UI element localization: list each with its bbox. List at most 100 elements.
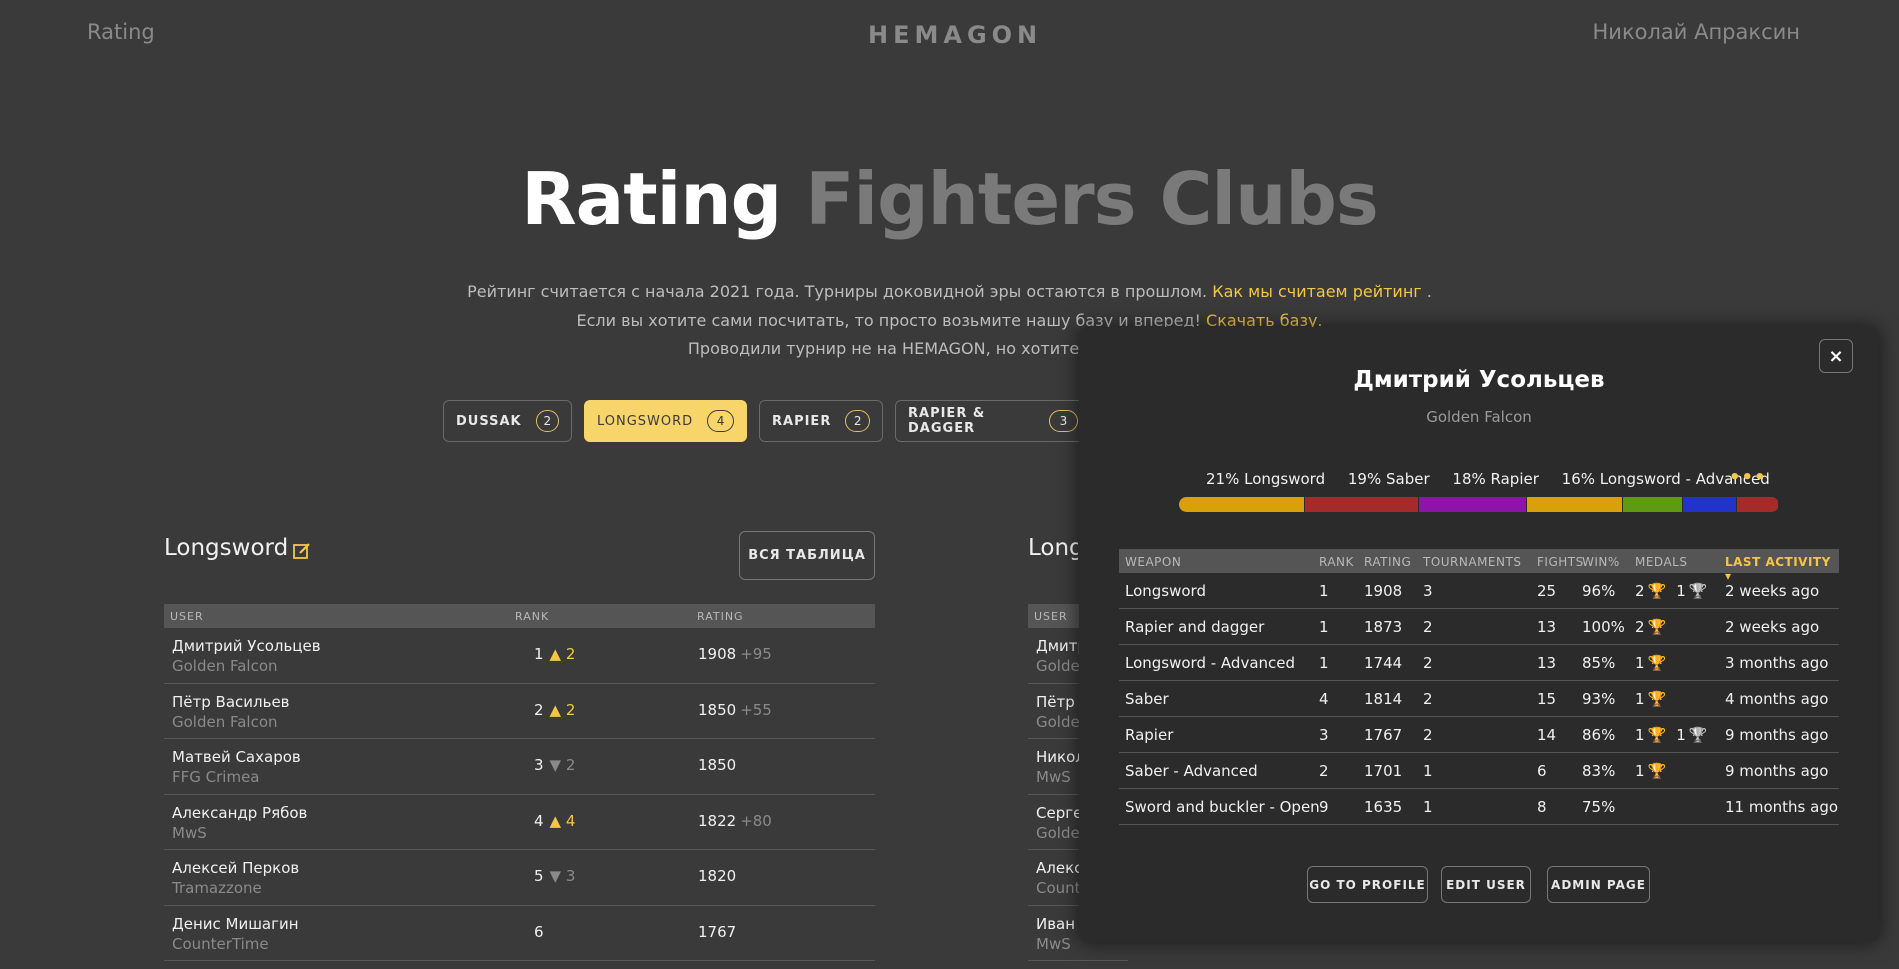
weapon-rating: 1701 <box>1364 762 1403 780</box>
rating-value: 1908 <box>698 645 737 663</box>
col-tournaments[interactable]: TOURNAMENTS <box>1423 555 1521 569</box>
user-name[interactable]: Дмитрий Усольцев <box>172 637 321 655</box>
weapon-last-activity: 2 weeks ago <box>1725 618 1820 636</box>
rank-down-icon: ▼ 3 <box>550 867 576 885</box>
weapon-row[interactable]: Longsword - Advanced 1 1744 2 13 85% 1 🏆 3 month… <box>1119 645 1839 681</box>
club-name[interactable]: Golden Falcon <box>172 713 278 731</box>
user-name[interactable]: Никол <box>1036 748 1085 766</box>
weapon-name: Saber <box>1125 690 1169 708</box>
rank-cell: 5 ▼ 3 <box>534 867 575 885</box>
table-row[interactable]: Денис Мишагин CounterTime 6 1767 <box>164 906 875 961</box>
weapon-table-header: WEAPON RANK RATING TOURNAMENTS FIGHTS WI… <box>1119 549 1839 583</box>
table-row[interactable]: Дмитрий Усольцев Golden Falcon 1 ▲ 2 1908 +95 <box>164 628 875 684</box>
weapon-row[interactable]: Sword and buckler - Open 9 1635 1 8 75% 11 mon… <box>1119 789 1839 825</box>
title-gray: Fighters Clubs <box>805 157 1379 241</box>
club-name[interactable]: Golden Falcon <box>172 657 278 675</box>
rank-arrow: ▲ <box>549 811 562 830</box>
admin-page-button[interactable]: ADMIN PAGE <box>1547 866 1650 903</box>
rank-up-icon: ▲ 4 <box>550 812 576 830</box>
weapon-win: 83% <box>1582 762 1616 780</box>
weapon-fights: 13 <box>1537 618 1557 636</box>
weapon-last-activity: 4 months ago <box>1725 690 1829 708</box>
weapon-row[interactable]: Saber 4 1814 2 15 93% 1 🏆 4 months ago <box>1119 681 1839 717</box>
medals-cell: 1 🏆 <box>1635 690 1676 708</box>
col-rank[interactable]: RANK <box>1319 555 1354 569</box>
tab-label: DUSSAK <box>456 413 522 429</box>
weapon-last-activity: 9 months ago <box>1725 726 1829 744</box>
edit-icon[interactable] <box>293 542 311 560</box>
silver-trophy-icon: 🏆 <box>1688 726 1708 744</box>
col-rating[interactable]: RATING <box>697 610 744 623</box>
tab-count: 2 <box>535 410 559 432</box>
weapon-tournaments: 2 <box>1423 726 1433 744</box>
dist-label: 19% Saber <box>1347 470 1430 488</box>
weapon-row[interactable]: Saber - Advanced 2 1701 1 6 83% 1 🏆 9 months ago <box>1119 753 1839 789</box>
rating-cell: 1767 <box>698 923 736 941</box>
tab-longsword[interactable]: LONGSWORD 4 <box>584 400 747 442</box>
weapon-fights: 6 <box>1537 762 1547 780</box>
weapon-tournaments: 1 <box>1423 762 1433 780</box>
fighter-club: Golden Falcon <box>1426 408 1532 426</box>
club-name[interactable]: FFG Crimea <box>172 768 260 786</box>
all-table-button[interactable]: ВСЯ ТАБЛИЦА <box>739 531 875 580</box>
rank-change: 2 <box>565 645 576 663</box>
rank-cell: 6 <box>534 923 544 941</box>
table-row[interactable]: Алексей Перков Tramazzone 5 ▼ 3 1820 <box>164 850 875 906</box>
club-name[interactable]: MwS <box>1036 935 1071 953</box>
distribution-segment <box>1683 497 1737 512</box>
brand-logo[interactable]: HEMAGON <box>868 21 1042 49</box>
col-weapon[interactable]: WEAPON <box>1125 555 1181 569</box>
gold-count: 2 <box>1635 618 1645 636</box>
col-fights[interactable]: FIGHTS <box>1537 555 1584 569</box>
col-rank[interactable]: RANK <box>515 610 549 623</box>
user-name[interactable]: Матвей Сахаров <box>172 748 301 766</box>
weapon-last-activity: 3 months ago <box>1725 654 1829 672</box>
edit-user-button[interactable]: EDIT USER <box>1441 866 1531 903</box>
weapon-row[interactable]: Longsword 1 1908 3 25 96% 2 🏆 1 🏆 2 weeks ago <box>1119 573 1839 609</box>
table-row[interactable]: Александр Рябов MwS 4 ▲ 4 1822 +80 <box>164 795 875 850</box>
user-name[interactable]: Алексей Перков <box>172 859 299 877</box>
user-name[interactable]: Пётр Васильев <box>172 693 290 711</box>
user-name[interactable]: Александр Рябов <box>172 804 307 822</box>
col-rating[interactable]: RATING <box>1364 555 1411 569</box>
weapon-name: Rapier <box>1125 726 1174 744</box>
club-name[interactable]: MwS <box>1036 768 1071 786</box>
user-name[interactable]: Иван I <box>1036 915 1084 933</box>
weapon-row[interactable]: Rapier 3 1767 2 14 86% 1 🏆 1 🏆 9 months ago <box>1119 717 1839 753</box>
user-name[interactable]: Денис Мишагин <box>172 915 299 933</box>
distribution-segment <box>1179 497 1305 512</box>
rank-up-icon: ▲ 2 <box>550 701 576 719</box>
fighter-name: Дмитрий Усольцев <box>1353 367 1605 393</box>
tab-rapier-dagger[interactable]: RAPIER & DAGGER 3 <box>895 400 1091 442</box>
club-name[interactable]: Tramazzone <box>172 879 262 897</box>
section-title-longsword: Longsword <box>164 535 289 561</box>
how-rating-link[interactable]: Как мы считаем рейтинг <box>1212 282 1421 301</box>
rank-change: 4 <box>565 811 576 830</box>
rating-value: 1822 <box>698 811 737 830</box>
nav-user-link[interactable]: Николай Апраксин <box>1593 20 1801 44</box>
col-user[interactable]: USER <box>1034 610 1068 623</box>
table-row[interactable]: Пётр Васильев Golden Falcon 2 ▲ 2 1850 +55 <box>164 684 875 739</box>
top-navbar: Rating HEMAGON Николай Апраксин <box>0 0 1899 70</box>
col-medals[interactable]: MEDALS <box>1635 555 1687 569</box>
gold-count: 1 <box>1635 654 1645 672</box>
club-name[interactable]: MwS <box>172 824 207 842</box>
club-name[interactable]: Count <box>1036 879 1081 897</box>
go-to-profile-button[interactable]: GO TO PROFILE <box>1307 866 1428 903</box>
tab-dussak[interactable]: DUSSAK 2 <box>443 400 572 442</box>
gold-trophy-icon: 🏆 <box>1647 690 1667 708</box>
title-white: Rating <box>521 157 782 241</box>
more-icon[interactable]: ••• <box>1729 467 1767 488</box>
rank-down-icon: ▼ 2 <box>550 756 576 774</box>
weapon-last-activity: 2 weeks ago <box>1725 582 1820 600</box>
col-user[interactable]: USER <box>170 610 204 623</box>
rank-arrow: ▼ <box>549 867 562 885</box>
table-row[interactable]: Матвей Сахаров FFG Crimea 3 ▼ 2 1850 <box>164 739 875 795</box>
tab-rapier[interactable]: RAPIER 2 <box>759 400 883 442</box>
nav-rating-link[interactable]: Rating <box>87 20 155 44</box>
weapon-row[interactable]: Rapier and dagger 1 1873 2 13 100% 2 🏆 2 weeks a… <box>1119 609 1839 645</box>
weapon-win: 85% <box>1582 654 1616 672</box>
club-name[interactable]: CounterTime <box>172 935 269 953</box>
weapon-win: 75% <box>1582 798 1616 816</box>
col-win[interactable]: WIN% <box>1582 555 1620 569</box>
